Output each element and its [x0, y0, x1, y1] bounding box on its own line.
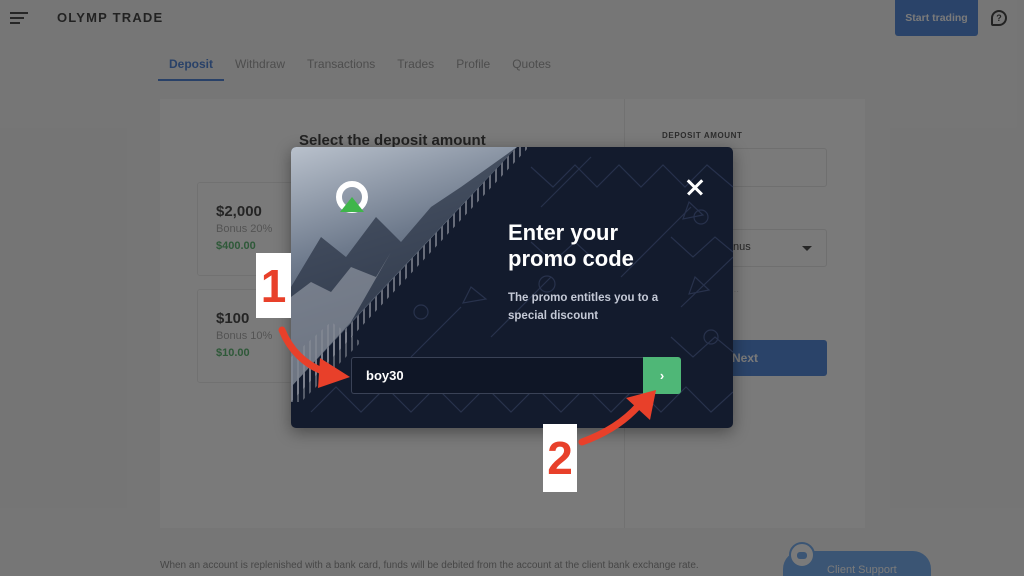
step-2-label: 2	[543, 424, 577, 492]
promo-submit-button[interactable]: ›	[643, 357, 681, 394]
olymp-logo-icon	[336, 181, 368, 213]
modal-title-line-1: Enter your	[508, 220, 619, 245]
close-icon[interactable]	[683, 175, 707, 199]
step-1-label: 1	[256, 253, 291, 318]
modal-subtitle: The promo entitles you to a special disc…	[508, 292, 659, 322]
modal-title-line-2: promo code	[508, 246, 634, 271]
promo-code-input[interactable]	[351, 357, 644, 394]
modal-title: Enter your promo code	[508, 220, 708, 272]
promo-code-modal: Enter your promo code The promo entitles…	[291, 147, 733, 428]
